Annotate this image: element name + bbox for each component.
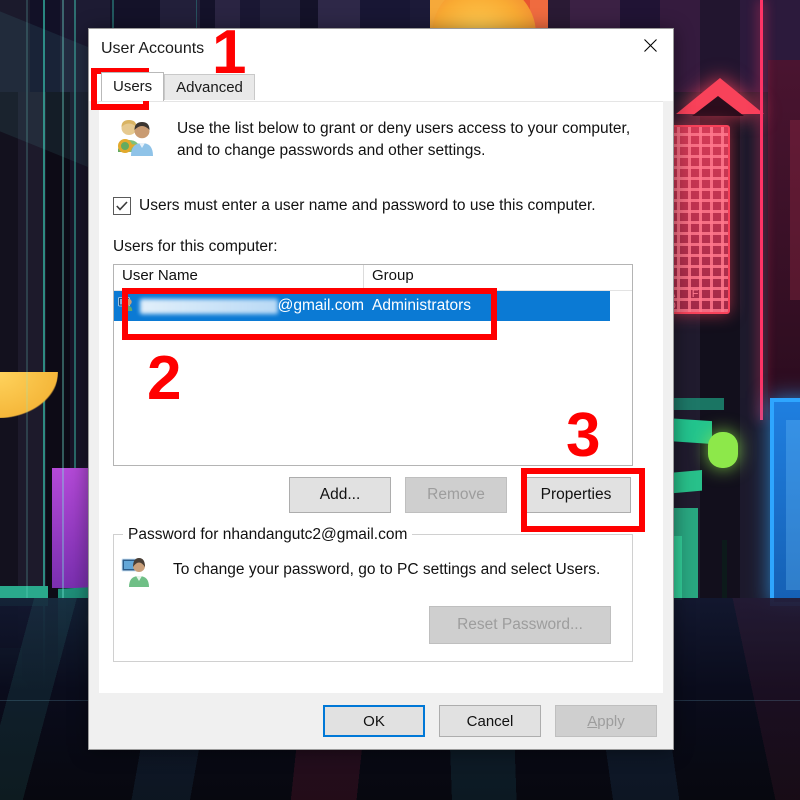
wallpaper-red-triangle-inner [692, 96, 744, 116]
user-accounts-dialog: User Accounts Users Advanced Use the lis… [88, 28, 674, 750]
wallpaper-glass-column-2 [26, 0, 28, 600]
users-list-label: Users for this computer: [113, 238, 278, 255]
tab-strip: Users Advanced [89, 72, 673, 101]
wallpaper-street-pole [722, 540, 727, 598]
window-title: User Accounts [101, 40, 205, 57]
apply-accel-letter: A [587, 712, 598, 730]
tab-users[interactable]: Users [101, 72, 165, 101]
password-group-legend: Password for nhandangutc2@gmail.com [123, 526, 413, 544]
ok-button[interactable]: OK [323, 705, 425, 737]
password-info-row: To change your password, go to PC settin… [121, 556, 600, 595]
require-login-checkbox-row[interactable]: Users must enter a user name and passwor… [113, 197, 596, 215]
users-tab-panel: Use the list below to grant or deny user… [99, 101, 663, 693]
apply-rest-letters: pply [597, 712, 625, 730]
properties-button[interactable]: Properties [521, 477, 631, 513]
description-text: Use the list below to grant or deny user… [177, 120, 631, 160]
tab-advanced[interactable]: Advanced [164, 74, 255, 101]
column-header-group[interactable]: Group [364, 265, 632, 290]
remove-button: Remove [405, 477, 507, 513]
wallpaper-blue-window [786, 420, 800, 590]
dialog-footer: OK Cancel Apply [89, 693, 673, 749]
description-row: Use the list below to grant or deny user… [113, 118, 649, 165]
wallpaper-right-glass [790, 120, 800, 300]
user-group-cell: Administrators [372, 297, 472, 314]
list-action-buttons: Add... Remove Properties [113, 477, 631, 513]
users-list-header: User Name Group [114, 265, 632, 291]
title-bar: User Accounts [89, 29, 673, 73]
user-list-row[interactable]: @gmail.com Administrators [114, 291, 610, 321]
require-login-label: Users must enter a user name and passwor… [139, 197, 596, 214]
user-account-icon [118, 296, 134, 317]
wallpaper-sign-letters: A F D [668, 288, 706, 312]
reset-password-button: Reset Password... [429, 606, 611, 644]
users-key-icon [113, 118, 159, 165]
password-info-text: To change your password, go to PC settin… [173, 561, 601, 578]
column-header-user-name[interactable]: User Name [114, 265, 364, 290]
wallpaper-green-pill-light [708, 432, 738, 468]
apply-button: Apply [555, 705, 657, 737]
user-name-cell: @gmail.com [114, 296, 364, 317]
close-icon[interactable] [627, 29, 673, 61]
cancel-button[interactable]: Cancel [439, 705, 541, 737]
user-name-redacted [140, 298, 278, 314]
user-name-suffix: @gmail.com [277, 297, 364, 314]
users-list[interactable]: User Name Group @gmail.com Administrator… [113, 264, 633, 466]
require-login-checkbox[interactable] [113, 197, 131, 215]
wallpaper-violet-panel [52, 468, 88, 588]
wallpaper-glass-column-1 [62, 0, 64, 600]
wallpaper-red-neon-line [760, 0, 763, 420]
user-monitor-icon [121, 556, 155, 595]
add-button[interactable]: Add... [289, 477, 391, 513]
